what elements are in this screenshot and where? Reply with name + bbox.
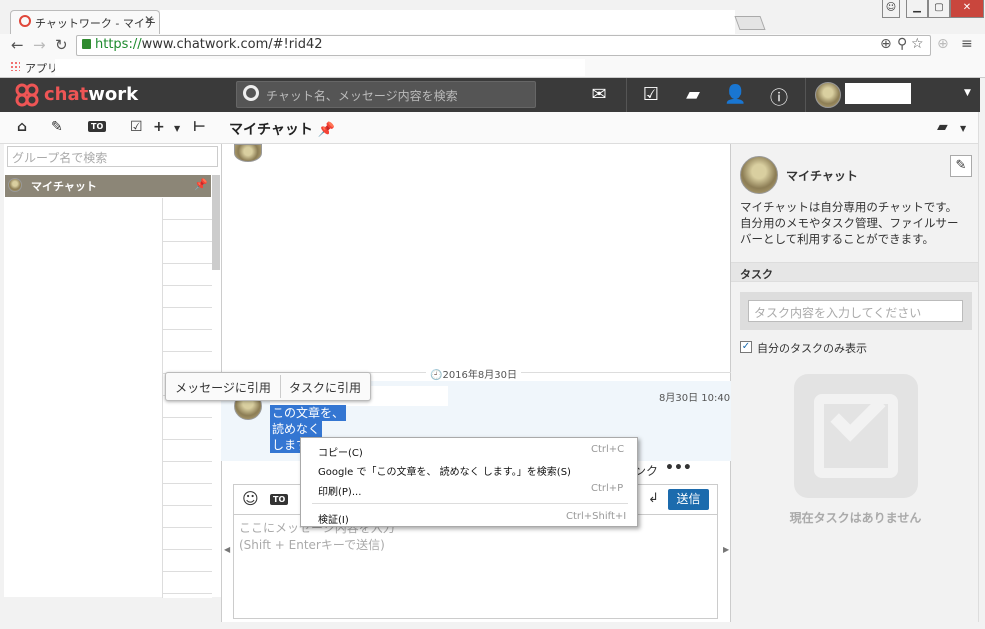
ctx-print-shortcut: Ctrl+P [591, 483, 624, 494]
only-mine-label[interactable]: 自分のタスクのみ表示 [757, 340, 867, 356]
file-folder-icon[interactable]: ▰ [937, 119, 948, 135]
ctx-search-google[interactable]: Google で「この文章を、 読めなく します。」を検索(S) [318, 463, 571, 478]
ctx-inspect-shortcut: Ctrl+Shift+I [566, 511, 627, 522]
empty-task-text: 現在タスクはありません [789, 511, 922, 525]
page-scrollbar[interactable] [978, 112, 985, 629]
header-divider [626, 78, 627, 112]
room-list-scrollbar[interactable] [212, 175, 220, 270]
composer-to-button[interactable]: TO [270, 494, 289, 505]
maximize-button[interactable]: ▢ [928, 0, 950, 18]
chatwork-favicon-icon [19, 15, 31, 27]
quote-message-button[interactable]: メッセージに引用 [167, 373, 279, 400]
apps-grid-icon[interactable] [10, 61, 20, 71]
user-name-box[interactable] [845, 83, 911, 104]
user-avatar[interactable] [815, 82, 841, 108]
url-scheme: https:// [95, 37, 142, 52]
enter-key-icon[interactable]: ↲ [648, 491, 659, 506]
group-search-input[interactable]: グループ名で検索 [7, 146, 218, 167]
file-menu-caret-icon[interactable]: ▼ [960, 124, 966, 133]
zoom-icon[interactable]: ⊕ [880, 36, 892, 52]
page-bottom [0, 622, 985, 629]
room-info-name: マイチャット [786, 169, 858, 183]
user-menu-caret-icon[interactable]: ▼ [964, 88, 971, 98]
apps-bookmark[interactable]: アプリ [25, 60, 58, 76]
send-button[interactable]: 送信 [668, 489, 709, 510]
window-close-button[interactable]: ✕ [950, 0, 984, 18]
key-icon[interactable]: ⚲ [897, 36, 907, 52]
ctx-print[interactable]: 印刷(P)... [318, 483, 361, 498]
url-text[interactable]: https://www.chatwork.com/#!rid42 [95, 37, 323, 52]
task-check-icon[interactable]: ☑ [640, 84, 662, 106]
task-filter-icon[interactable]: ☑ [130, 119, 143, 135]
room-title-text: マイチャット [229, 122, 313, 138]
menu-icon[interactable]: ≡ [961, 36, 973, 52]
room-info-avatar [740, 156, 778, 194]
message-avatar[interactable] [234, 144, 262, 162]
logo-text-work: work [88, 84, 139, 105]
reload-icon[interactable]: ↻ [55, 36, 68, 54]
collapse-right-icon[interactable]: ▶ [723, 545, 729, 554]
folder-icon[interactable]: ▰ [682, 84, 704, 106]
room-toolbar [0, 112, 980, 144]
chat-search-placeholder: チャット名、メッセージ内容を検索 [266, 89, 458, 103]
chatwork-logo-icon[interactable] [14, 83, 40, 107]
date-label: 🕘2016年8月30日 [426, 366, 521, 381]
to-filter-button[interactable]: TO [88, 121, 107, 132]
task-section-header: タスク [731, 262, 980, 282]
add-room-icon[interactable]: + [153, 119, 165, 135]
close-tab-icon[interactable]: ✕ [144, 13, 154, 27]
browser-tab[interactable]: チャットワーク - マイチ [10, 10, 160, 34]
add-contact-icon[interactable]: 👤 [724, 84, 746, 106]
message-line-1: この文章を、 [270, 405, 347, 421]
url-rest: www.chatwork.com/#!rid42 [141, 37, 323, 52]
ctx-separator [312, 503, 628, 504]
room-pin-icon[interactable]: 📌 [318, 122, 335, 138]
room-description: マイチャットは自分専用のチャットです。自分用のメモやタスク管理、ファイルサーバー… [740, 200, 959, 246]
task-input[interactable]: タスク内容を入力してください [748, 300, 963, 322]
room-tree-icon[interactable]: ⊢ [193, 119, 206, 135]
new-tab-button[interactable] [734, 16, 766, 30]
ctx-copy-shortcut: Ctrl+C [591, 444, 625, 455]
collapse-left-icon[interactable]: ◀ [224, 545, 230, 554]
ctx-copy[interactable]: コピー(C) [318, 444, 363, 459]
search-icon [243, 85, 259, 101]
add-room-caret-icon[interactable]: ▼ [174, 124, 180, 133]
room-title: マイチャット 📌 [229, 119, 335, 139]
forward-icon[interactable]: → [33, 36, 46, 54]
logo-text-chat: chat [44, 84, 89, 105]
extension-icon[interactable]: ⊕ [937, 36, 949, 52]
chatwork-logo-text[interactable]: chatwork [44, 84, 138, 105]
message-timestamp[interactable]: 8月30日 10:40 [659, 389, 730, 404]
tabstrip-blank [160, 10, 735, 34]
composer-placeholder-line-2: (Shift + Enterキーで送信) [239, 538, 385, 552]
tab-title: チャットワーク - マイチ [35, 17, 156, 30]
room-list-item[interactable]: マイチャット [5, 175, 211, 197]
mail-icon[interactable]: ✉ [588, 84, 610, 106]
edit-room-button[interactable]: ✎ [950, 155, 972, 177]
user-icon[interactable]: ☺ [882, 0, 900, 18]
minimize-button[interactable]: ▁ [906, 0, 928, 18]
only-mine-checkbox[interactable]: ✓ [740, 341, 752, 353]
back-icon[interactable]: ← [11, 36, 24, 54]
message-input[interactable]: ここにメッセージ内容を入力 (Shift + Enterキーで送信) [233, 514, 718, 619]
more-actions-icon[interactable]: ••• [665, 460, 692, 476]
home-icon[interactable]: ⌂ [17, 119, 27, 135]
room-avatar [8, 178, 22, 192]
ctx-inspect[interactable]: 検証(I) [318, 511, 349, 526]
info-icon[interactable]: ⓘ [768, 84, 790, 109]
quote-task-button[interactable]: タスクに引用 [281, 373, 369, 400]
lock-icon [82, 39, 91, 49]
mention-icon[interactable]: ✎ [51, 119, 63, 135]
header-divider-2 [805, 78, 806, 112]
emoji-icon[interactable]: ☺ [242, 489, 259, 508]
date-text: 2016年8月30日 [442, 370, 517, 381]
bookmarks-blank [55, 59, 585, 76]
room-pinned-icon[interactable]: 📌 [194, 178, 208, 191]
message-line-2: 読めなく [270, 421, 323, 437]
bookmark-star-icon[interactable]: ☆ [911, 36, 924, 52]
